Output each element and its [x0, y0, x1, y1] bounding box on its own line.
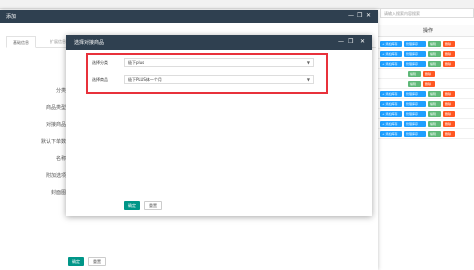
table-row: 编辑 删除: [376, 69, 474, 79]
delete-button[interactable]: 删除: [443, 131, 455, 137]
dialog-title: 添加: [6, 14, 17, 20]
field-label-default-quantity: 默认下单数: [40, 139, 66, 145]
maximize-icon[interactable]: ❐: [348, 38, 353, 46]
dialog-titlebar: 选择对接商品 — ❐ ✕: [66, 35, 372, 50]
delete-button[interactable]: 删除: [443, 41, 455, 47]
table-row: + 添加库存 管理库存 编辑 删除: [376, 109, 474, 119]
edit-button[interactable]: 编辑: [428, 41, 441, 47]
field-label-cover-image: 封面图: [50, 190, 66, 196]
table-row: + 添加库存 管理库存 编辑 删除: [376, 99, 474, 109]
delete-button[interactable]: 删除: [423, 71, 435, 77]
field-label-addon-options: 附加选项: [45, 173, 66, 179]
product-select-label: 选择商品: [92, 77, 108, 82]
add-stock-button[interactable]: + 添加库存: [380, 51, 402, 57]
category-select-label: 选择分类: [92, 60, 108, 65]
manage-stock-button[interactable]: 管理库存: [404, 101, 426, 107]
field-label-name: 名称: [55, 156, 66, 162]
table-row: + 添加库存 管理库存 编辑 删除: [376, 119, 474, 129]
table-row: 编辑 删除: [376, 79, 474, 89]
chevron-down-icon: ▼: [306, 60, 310, 65]
add-stock-button[interactable]: + 添加库存: [380, 111, 402, 117]
manage-stock-button[interactable]: 管理库存: [404, 131, 426, 137]
table-row: + 添加库存 管理库存 编辑 删除: [376, 49, 474, 59]
category-select[interactable]: 极下plus ▼: [124, 58, 314, 67]
close-icon[interactable]: ✕: [360, 38, 365, 46]
table-row: + 添加库存 管理库存 编辑 删除: [376, 39, 474, 49]
add-stock-button[interactable]: + 添加库存: [380, 91, 402, 97]
column-header-actions: 操作: [423, 28, 434, 34]
field-label-product-type: 商品类型: [45, 105, 66, 111]
close-icon[interactable]: ✕: [366, 12, 371, 20]
edit-button[interactable]: 编辑: [408, 81, 421, 87]
manage-stock-button[interactable]: 管理库存: [404, 51, 426, 57]
edit-button[interactable]: 编辑: [428, 91, 441, 97]
add-stock-button[interactable]: + 添加库存: [380, 131, 402, 137]
minimize-icon[interactable]: —: [348, 12, 354, 20]
search-input[interactable]: 请输入搜索内容搜索: [380, 8, 474, 18]
table-row: + 添加库存 管理库存 编辑 删除: [376, 89, 474, 99]
edit-button[interactable]: 编辑: [428, 61, 441, 67]
delete-button[interactable]: 删除: [443, 51, 455, 57]
table-row: + 添加库存 管理库存 编辑 删除: [376, 129, 474, 139]
minimize-icon[interactable]: —: [338, 38, 344, 46]
manage-stock-button[interactable]: 管理库存: [404, 61, 426, 67]
table-header: 操作: [376, 25, 474, 37]
table-row: + 添加库存 管理库存 编辑 删除: [376, 59, 474, 69]
field-label-category: 分类: [55, 88, 66, 94]
manage-stock-button[interactable]: 管理库存: [404, 121, 426, 127]
edit-button[interactable]: 编辑: [428, 101, 441, 107]
delete-button[interactable]: 删除: [443, 121, 455, 127]
delete-button[interactable]: 删除: [443, 91, 455, 97]
dialog-title: 选择对接商品: [74, 40, 105, 46]
add-stock-button[interactable]: + 添加库存: [380, 101, 402, 107]
manage-stock-button[interactable]: 管理库存: [404, 91, 426, 97]
manage-stock-button[interactable]: 管理库存: [404, 111, 426, 117]
select-product-dialog: 选择对接商品 — ❐ ✕ 选择分类 极下plus ▼ 选择商品 极下PLUS体一…: [66, 35, 372, 216]
add-stock-button[interactable]: + 添加库存: [380, 121, 402, 127]
delete-button[interactable]: 删除: [423, 81, 435, 87]
manage-stock-button[interactable]: 管理库存: [404, 41, 426, 47]
dialog-titlebar: 添加 — ❐ ✕: [0, 10, 378, 23]
edit-button[interactable]: 编辑: [428, 111, 441, 117]
add-stock-button[interactable]: + 添加库存: [380, 61, 402, 67]
edit-button[interactable]: 编辑: [428, 51, 441, 57]
reset-button[interactable]: 重置: [88, 257, 106, 266]
confirm-button[interactable]: 确定: [68, 257, 84, 266]
edit-button[interactable]: 编辑: [428, 131, 441, 137]
reset-button[interactable]: 重置: [144, 201, 162, 210]
field-label-docked-product: 对接商品: [45, 122, 66, 128]
edit-button[interactable]: 编辑: [408, 71, 421, 77]
product-select[interactable]: 极下PLUS体一个月 ▼: [124, 75, 314, 84]
chevron-down-icon: ▼: [306, 77, 310, 82]
delete-button[interactable]: 删除: [443, 111, 455, 117]
confirm-button[interactable]: 确定: [124, 201, 140, 210]
delete-button[interactable]: 删除: [443, 61, 455, 67]
maximize-icon[interactable]: ❐: [357, 12, 362, 20]
edit-button[interactable]: 编辑: [428, 121, 441, 127]
category-select-value: 极下plus: [128, 60, 145, 65]
tab-basic-info[interactable]: 基础信息: [6, 36, 36, 48]
delete-button[interactable]: 删除: [443, 101, 455, 107]
add-stock-button[interactable]: + 添加库存: [380, 41, 402, 47]
product-select-value: 极下PLUS体一个月: [128, 77, 162, 82]
